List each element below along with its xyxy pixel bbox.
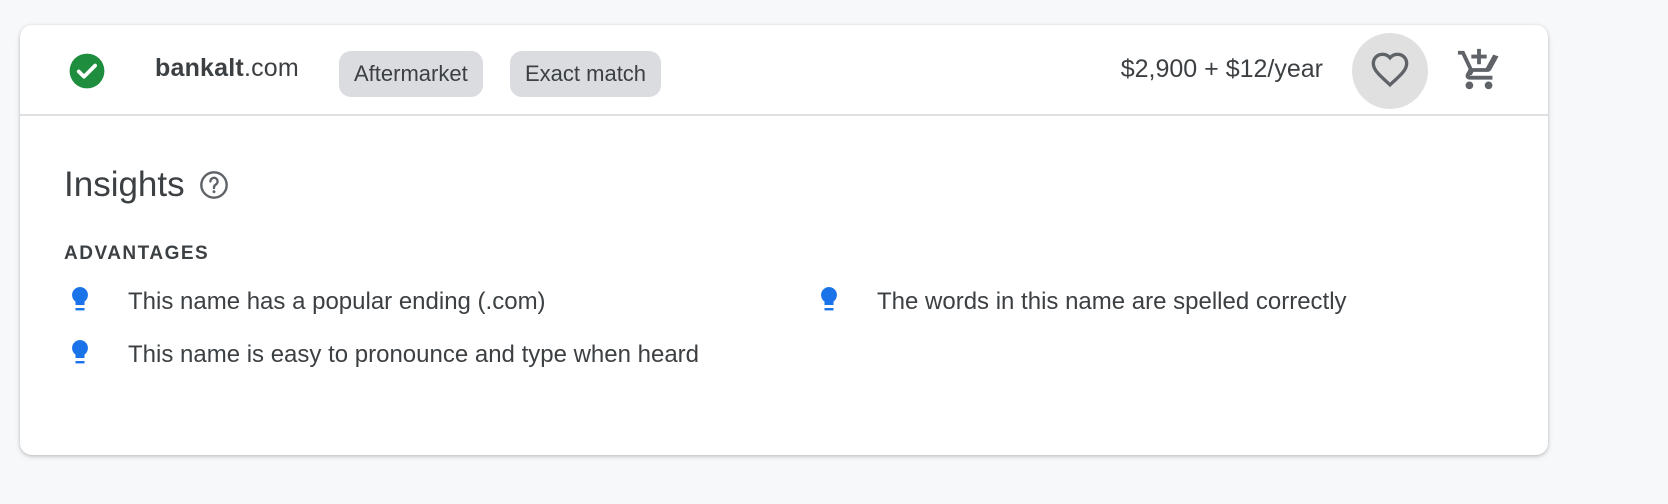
advantage-item: This name has a popular ending (.com) <box>68 283 728 320</box>
help-circle-icon[interactable] <box>198 169 230 201</box>
heart-outline-icon <box>1371 52 1409 88</box>
add-shopping-cart-icon <box>1457 48 1499 90</box>
check-circle-icon <box>69 53 105 89</box>
advantage-text: This name is easy to pronounce and type … <box>128 341 700 368</box>
aftermarket-chip: Aftermarket <box>339 51 483 97</box>
domain-tld: .com <box>243 54 299 82</box>
domain-name[interactable]: bankalt.com <box>155 54 299 83</box>
add-to-cart-button[interactable] <box>1456 47 1502 93</box>
advantage-item: This name is easy to pronounce and type … <box>68 336 728 373</box>
insights-title: Insights <box>64 165 185 204</box>
advantage-text: This name has a popular ending (.com) <box>128 288 546 315</box>
domain-result-card: bankalt.com Aftermarket Exact match $2,9… <box>20 25 1548 455</box>
favorite-button[interactable] <box>1352 33 1428 109</box>
advantages-label: ADVANTAGES <box>64 243 210 264</box>
lightbulb-icon <box>72 340 88 364</box>
domain-sld: bankalt <box>155 54 244 82</box>
lightbulb-icon <box>821 287 837 311</box>
advantage-item: The words in this name are spelled corre… <box>817 283 1517 320</box>
price-label: $2,900 + $12/year <box>1120 55 1323 83</box>
advantage-text: The words in this name are spelled corre… <box>877 288 1347 315</box>
lightbulb-icon <box>72 287 88 311</box>
exact-match-chip: Exact match <box>510 51 662 97</box>
domain-result-header: bankalt.com Aftermarket Exact match $2,9… <box>20 25 1548 116</box>
